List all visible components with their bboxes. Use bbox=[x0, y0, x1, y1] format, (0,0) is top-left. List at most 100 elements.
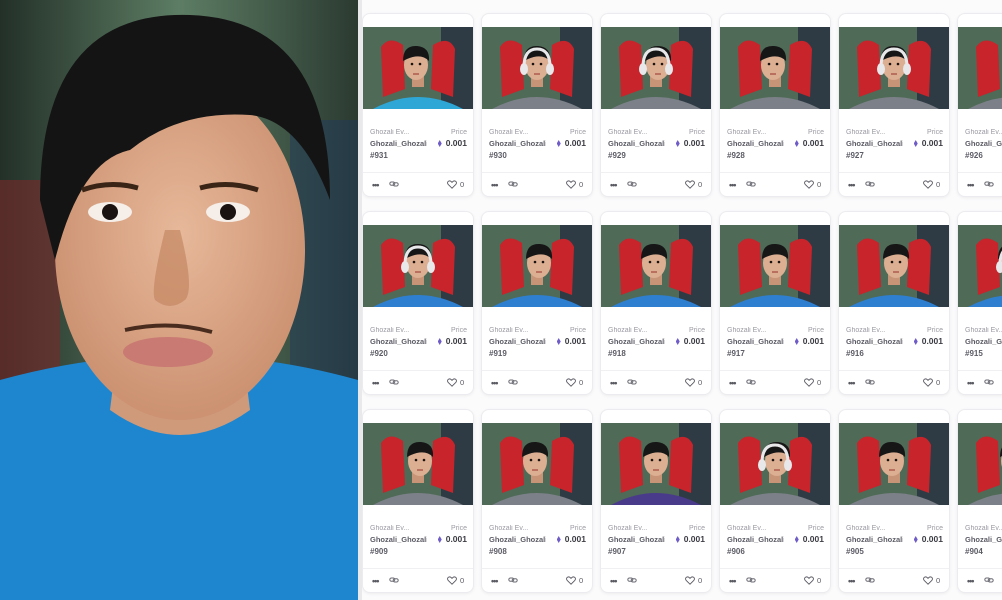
collection-name[interactable]: Ghozali Ev... bbox=[846, 129, 906, 136]
nft-thumbnail[interactable] bbox=[363, 423, 473, 505]
link-icon[interactable] bbox=[508, 179, 518, 189]
heart-icon[interactable] bbox=[685, 576, 695, 585]
more-icon[interactable]: ••• bbox=[372, 379, 380, 388]
nft-card[interactable]: Ghozali Ev... Price Ghozali_Ghozali 0.00… bbox=[481, 409, 593, 593]
nft-card[interactable]: Ghozali Ev... Price Ghozali_Ghozali 0.00… bbox=[838, 409, 950, 593]
link-icon[interactable] bbox=[984, 575, 994, 585]
link-icon[interactable] bbox=[389, 179, 399, 189]
token-name[interactable]: Ghozali_Ghozali bbox=[370, 139, 427, 148]
collection-name[interactable]: Ghozali Ev... bbox=[489, 525, 549, 532]
heart-icon[interactable] bbox=[923, 378, 933, 387]
nft-thumbnail[interactable] bbox=[720, 423, 830, 505]
heart-icon[interactable] bbox=[685, 378, 695, 387]
link-icon[interactable] bbox=[984, 179, 994, 189]
link-icon[interactable] bbox=[746, 575, 756, 585]
collection-name[interactable]: Ghozali Ev... bbox=[965, 327, 1002, 334]
link-icon[interactable] bbox=[865, 179, 875, 189]
more-icon[interactable]: ••• bbox=[610, 379, 618, 388]
nft-thumbnail[interactable] bbox=[601, 225, 711, 307]
nft-card[interactable]: Ghozali Ev... Price Ghozali_Ghozali 0.00… bbox=[481, 13, 593, 197]
collection-name[interactable]: Ghozali Ev... bbox=[727, 327, 787, 334]
more-icon[interactable]: ••• bbox=[610, 577, 618, 586]
token-name[interactable]: Ghozali_Ghozali bbox=[727, 535, 784, 544]
collection-name[interactable]: Ghozali Ev... bbox=[370, 327, 430, 334]
token-name[interactable]: Ghozali_Ghozali bbox=[370, 337, 427, 346]
nft-thumbnail[interactable] bbox=[958, 423, 1002, 505]
token-name[interactable]: Ghozali_Ghozali bbox=[608, 139, 665, 148]
link-icon[interactable] bbox=[627, 575, 637, 585]
nft-thumbnail[interactable] bbox=[839, 423, 949, 505]
heart-icon[interactable] bbox=[923, 180, 933, 189]
nft-card[interactable]: Ghozali Ev... Price Ghozali_Ghozali 0.00… bbox=[838, 13, 950, 197]
nft-thumbnail[interactable] bbox=[839, 27, 949, 109]
more-icon[interactable]: ••• bbox=[491, 379, 499, 388]
nft-card[interactable]: Ghozali Ev... Price Ghozali_Ghozali 0.00… bbox=[362, 13, 474, 197]
link-icon[interactable] bbox=[865, 377, 875, 387]
link-icon[interactable] bbox=[627, 377, 637, 387]
heart-icon[interactable] bbox=[447, 378, 457, 387]
nft-thumbnail[interactable] bbox=[720, 225, 830, 307]
more-icon[interactable]: ••• bbox=[729, 181, 737, 190]
collection-name[interactable]: Ghozali Ev... bbox=[727, 129, 787, 136]
link-icon[interactable] bbox=[627, 179, 637, 189]
more-icon[interactable]: ••• bbox=[491, 181, 499, 190]
collection-name[interactable]: Ghozali Ev... bbox=[370, 129, 430, 136]
collection-name[interactable]: Ghozali Ev... bbox=[370, 525, 430, 532]
link-icon[interactable] bbox=[508, 575, 518, 585]
link-icon[interactable] bbox=[746, 179, 756, 189]
more-icon[interactable]: ••• bbox=[610, 181, 618, 190]
nft-thumbnail[interactable] bbox=[958, 225, 1002, 307]
heart-icon[interactable] bbox=[566, 180, 576, 189]
heart-icon[interactable] bbox=[566, 576, 576, 585]
nft-thumbnail[interactable] bbox=[482, 225, 592, 307]
link-icon[interactable] bbox=[865, 575, 875, 585]
token-name[interactable]: Ghozali_Ghozali bbox=[965, 337, 1002, 346]
nft-card[interactable]: Ghozali Ev... Price Ghozali_Ghozali 0.00… bbox=[362, 211, 474, 395]
nft-card[interactable]: Ghozali Ev... Price Ghozali_Ghozali 0.00… bbox=[719, 211, 831, 395]
link-icon[interactable] bbox=[984, 377, 994, 387]
token-name[interactable]: Ghozali_Ghozali bbox=[608, 535, 665, 544]
collection-name[interactable]: Ghozali Ev... bbox=[608, 327, 668, 334]
nft-thumbnail[interactable] bbox=[482, 27, 592, 109]
heart-icon[interactable] bbox=[923, 576, 933, 585]
token-name[interactable]: Ghozali_Ghozali bbox=[489, 337, 546, 346]
collection-name[interactable]: Ghozali Ev... bbox=[608, 525, 668, 532]
nft-card[interactable]: Ghozali Ev... Price Ghozali_Ghozali 0.00… bbox=[719, 409, 831, 593]
nft-thumbnail[interactable] bbox=[839, 225, 949, 307]
nft-card[interactable]: Ghozali Ev... Price Ghozali_Ghozali 0.00… bbox=[362, 409, 474, 593]
heart-icon[interactable] bbox=[804, 576, 814, 585]
heart-icon[interactable] bbox=[447, 180, 457, 189]
more-icon[interactable]: ••• bbox=[848, 379, 856, 388]
nft-card[interactable]: Ghozali Ev... Price Ghozali_Ghozali 0.00… bbox=[719, 13, 831, 197]
token-name[interactable]: Ghozali_Ghozali bbox=[370, 535, 427, 544]
more-icon[interactable]: ••• bbox=[967, 577, 975, 586]
more-icon[interactable]: ••• bbox=[967, 181, 975, 190]
link-icon[interactable] bbox=[389, 377, 399, 387]
token-name[interactable]: Ghozali_Ghozali bbox=[965, 535, 1002, 544]
collection-name[interactable]: Ghozali Ev... bbox=[727, 525, 787, 532]
nft-thumbnail[interactable] bbox=[720, 27, 830, 109]
collection-name[interactable]: Ghozali Ev... bbox=[846, 327, 906, 334]
heart-icon[interactable] bbox=[685, 180, 695, 189]
link-icon[interactable] bbox=[746, 377, 756, 387]
token-name[interactable]: Ghozali_Ghozali bbox=[489, 139, 546, 148]
collection-name[interactable]: Ghozali Ev... bbox=[846, 525, 906, 532]
heart-icon[interactable] bbox=[447, 576, 457, 585]
more-icon[interactable]: ••• bbox=[729, 379, 737, 388]
heart-icon[interactable] bbox=[566, 378, 576, 387]
nft-thumbnail[interactable] bbox=[601, 423, 711, 505]
token-name[interactable]: Ghozali_Ghozali bbox=[846, 139, 903, 148]
token-name[interactable]: Ghozali_Ghozali bbox=[489, 535, 546, 544]
heart-icon[interactable] bbox=[804, 378, 814, 387]
token-name[interactable]: Ghozali_Ghozali bbox=[608, 337, 665, 346]
nft-card[interactable]: Ghozali Ev... Price Ghozali_Ghozali 0.00… bbox=[957, 409, 1002, 593]
link-icon[interactable] bbox=[508, 377, 518, 387]
nft-card[interactable]: Ghozali Ev... Price Ghozali_Ghozali 0.00… bbox=[600, 211, 712, 395]
collection-name[interactable]: Ghozali Ev... bbox=[965, 525, 1002, 532]
token-name[interactable]: Ghozali_Ghozali bbox=[727, 139, 784, 148]
token-name[interactable]: Ghozali_Ghozali bbox=[965, 139, 1002, 148]
more-icon[interactable]: ••• bbox=[372, 181, 380, 190]
nft-thumbnail[interactable] bbox=[482, 423, 592, 505]
nft-card[interactable]: Ghozali Ev... Price Ghozali_Ghozali 0.00… bbox=[600, 409, 712, 593]
token-name[interactable]: Ghozali_Ghozali bbox=[846, 535, 903, 544]
